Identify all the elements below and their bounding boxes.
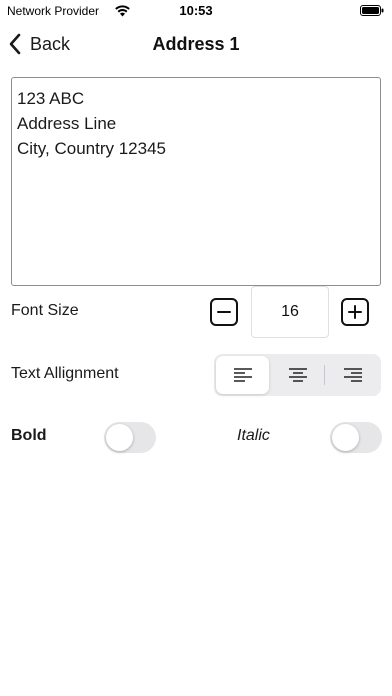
back-button[interactable]: Back [8,32,70,56]
align-center-segment[interactable] [271,356,324,394]
align-left-segment[interactable] [216,356,269,394]
chevron-left-icon [9,33,21,55]
toggle-knob [106,424,133,451]
bold-toggle[interactable] [104,422,156,453]
text-alignment-label: Text Allignment [11,365,119,382]
bold-label: Bold [11,427,47,444]
font-size-increment-button[interactable] [341,298,369,326]
plus-icon [348,305,362,319]
toggle-knob [332,424,359,451]
battery-icon [360,5,384,16]
back-label: Back [30,33,71,54]
status-bar: Network Provider 10:53 [0,0,392,24]
font-size-label: Font Size [11,302,79,319]
italic-toggle[interactable] [330,422,382,453]
address-text-area[interactable]: 123 ABC Address Line City, Country 12345 [11,77,381,286]
italic-label: Italic [237,427,270,444]
navigation-bar: Back Address 1 [0,24,392,64]
text-alignment-segmented-control [214,354,381,396]
address-line-2: Address Line [17,114,117,133]
address-line-1: 123 ABC [17,89,85,108]
minus-icon [217,311,231,313]
align-right-icon [344,368,362,382]
align-right-segment[interactable] [326,356,379,394]
align-left-icon [234,368,252,382]
font-size-decrement-button[interactable] [210,298,238,326]
segment-divider [324,365,325,385]
align-center-icon [289,368,307,382]
status-time: 10:53 [179,3,213,18]
address-line-3: City, Country 12345 [17,139,166,158]
font-size-value[interactable]: 16 [251,286,329,338]
